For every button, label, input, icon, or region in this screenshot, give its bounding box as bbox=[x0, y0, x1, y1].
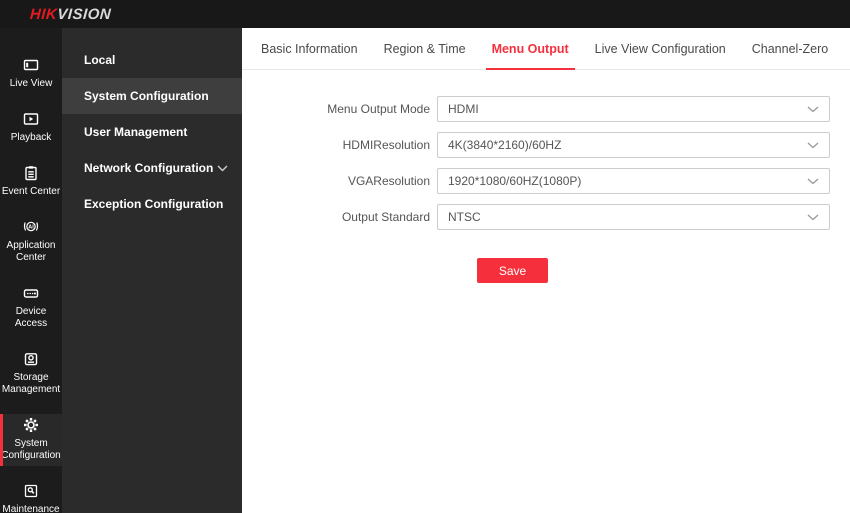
vga-resolution-select[interactable]: 1920*1080/60HZ(1080P) bbox=[437, 168, 830, 194]
sidebar-item-label: Device Access bbox=[14, 306, 48, 329]
sidebar-item-label: System Configuration bbox=[1, 438, 61, 461]
hdmi-resolution-select[interactable]: 4K(3840*2160)/60HZ bbox=[437, 132, 830, 158]
hdmi-resolution-value: 4K(3840*2160)/60HZ bbox=[448, 138, 562, 152]
menu-item-label: Network Configuration bbox=[84, 161, 214, 175]
tab-basic-information[interactable]: Basic Information bbox=[261, 28, 358, 69]
playback-icon bbox=[23, 113, 39, 125]
svg-text:AI: AI bbox=[28, 224, 34, 230]
sidebar-item-storage-management[interactable]: Storage Management bbox=[0, 348, 62, 400]
menu-item-local[interactable]: Local bbox=[62, 42, 242, 78]
tab-bar: Basic Information Region & Time Menu Out… bbox=[242, 28, 850, 70]
output-standard-label: Output Standard bbox=[341, 210, 430, 224]
tab-region-time[interactable]: Region & Time bbox=[384, 28, 466, 69]
application-center-icon: AI bbox=[23, 221, 39, 232]
sidebar-item-live-view[interactable]: Live View bbox=[0, 54, 62, 94]
live-view-icon bbox=[23, 59, 39, 71]
logo-vision: VISION bbox=[56, 5, 112, 23]
sidebar-item-device-access[interactable]: Device Access bbox=[0, 282, 62, 334]
menu-item-label: Local bbox=[84, 53, 116, 67]
storage-management-icon bbox=[24, 353, 38, 366]
form-row: Output Standard NTSC bbox=[242, 204, 850, 230]
hikvision-logo: HIKVISION bbox=[29, 6, 111, 23]
output-standard-select[interactable]: NTSC bbox=[437, 204, 830, 230]
menu-output-mode-label: Menu Output Mode bbox=[327, 102, 430, 116]
sidebar-item-label: Playback bbox=[10, 132, 52, 143]
sidebar-item-label: Event Center bbox=[1, 186, 61, 197]
chevron-down-icon bbox=[217, 165, 228, 171]
sidebar-item-system-configuration[interactable]: System Configuration bbox=[0, 414, 62, 466]
content-area: Basic Information Region & Time Menu Out… bbox=[242, 28, 850, 513]
hdmi-resolution-label: HDMIResolution bbox=[342, 138, 430, 152]
top-bar: HIKVISION bbox=[0, 0, 850, 28]
sidebar-item-event-center[interactable]: Event Center bbox=[0, 162, 62, 202]
vga-resolution-label: VGAResolution bbox=[347, 174, 430, 188]
output-standard-value: NTSC bbox=[448, 210, 481, 224]
maintenance-security-icon bbox=[24, 484, 38, 498]
menu-output-mode-select[interactable]: HDMI bbox=[437, 96, 830, 122]
menu-item-system-configuration[interactable]: System Configuration bbox=[62, 78, 242, 114]
event-center-icon bbox=[25, 166, 37, 181]
sidebar-item-label: Storage Management bbox=[1, 372, 61, 395]
system-configuration-icon bbox=[24, 418, 38, 432]
chevron-down-icon bbox=[807, 178, 819, 185]
menu-item-label: Exception Configuration bbox=[84, 197, 224, 211]
tab-live-view-configuration[interactable]: Live View Configuration bbox=[595, 28, 726, 69]
menu-sidebar: Local System Configuration User Manageme… bbox=[62, 28, 242, 513]
menu-output-form: Menu Output Mode HDMI HDMIResolution 4K(… bbox=[242, 96, 850, 283]
chevron-down-icon bbox=[807, 214, 819, 221]
sidebar-item-application-center[interactable]: AI Application Center bbox=[0, 216, 62, 268]
chevron-down-icon bbox=[807, 106, 819, 113]
menu-item-exception-configuration[interactable]: Exception Configuration bbox=[62, 186, 242, 222]
tab-channel-zero[interactable]: Channel-Zero bbox=[752, 28, 828, 69]
menu-item-label: System Configuration bbox=[84, 89, 209, 103]
menu-output-mode-value: HDMI bbox=[448, 102, 479, 116]
sidebar-item-label: Application Center bbox=[6, 240, 56, 263]
device-access-icon bbox=[23, 289, 39, 298]
menu-item-user-management[interactable]: User Management bbox=[62, 114, 242, 150]
form-row: HDMIResolution 4K(3840*2160)/60HZ bbox=[242, 132, 850, 158]
sidebar-item-playback[interactable]: Playback bbox=[0, 108, 62, 148]
save-button[interactable]: Save bbox=[477, 258, 548, 283]
form-row: VGAResolution 1920*1080/60HZ(1080P) bbox=[242, 168, 850, 194]
form-row: Menu Output Mode HDMI bbox=[242, 96, 850, 122]
icon-sidebar: Live View Playback Event Center AI Appli… bbox=[0, 28, 62, 513]
menu-item-label: User Management bbox=[84, 125, 188, 139]
sidebar-item-label: Live View bbox=[9, 78, 53, 89]
chevron-down-icon bbox=[807, 142, 819, 149]
sidebar-item-maintenance-and-security[interactable]: Maintenance and Security bbox=[0, 480, 62, 513]
vga-resolution-value: 1920*1080/60HZ(1080P) bbox=[448, 174, 582, 188]
sidebar-item-label: Maintenance and Security bbox=[2, 504, 60, 513]
tab-menu-output[interactable]: Menu Output bbox=[485, 28, 575, 70]
logo-hik: HIK bbox=[29, 5, 58, 23]
menu-item-network-configuration[interactable]: Network Configuration bbox=[62, 150, 242, 186]
